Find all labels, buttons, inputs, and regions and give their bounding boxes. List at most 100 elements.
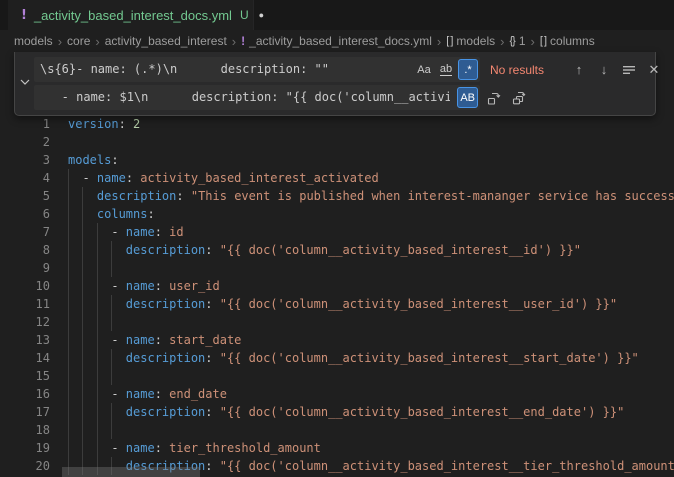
breadcrumb-item-1[interactable]: {} 1	[509, 34, 525, 48]
breadcrumb-label: _activity_based_interest_docs.yml	[249, 34, 432, 48]
code-line-3[interactable]: 3 models:	[0, 151, 674, 169]
code-line-7[interactable]: 7 - name: id	[0, 223, 674, 241]
previous-match-button[interactable]: ↑	[568, 59, 590, 81]
preserve-case-toggle[interactable]: AB	[457, 87, 478, 108]
breadcrumb-label: models	[456, 34, 495, 48]
vscode-window: ! _activity_based_interest_docs.yml U ● …	[0, 0, 674, 477]
code-line-1[interactable]: 1version: 2	[0, 115, 674, 133]
code-line-2[interactable]: 2	[0, 133, 674, 151]
line-content: - name: tier_threshold_amount	[68, 439, 321, 457]
find-results-status: No results	[490, 63, 554, 77]
indent-guide	[111, 421, 112, 439]
code-line-4[interactable]: 4 - name: activity_based_interest_activa…	[0, 169, 674, 187]
breadcrumb-item-activity-based-interest[interactable]: activity_based_interest	[105, 34, 227, 48]
line-number[interactable]: 6	[0, 205, 50, 223]
line-content: description: "{{ doc('column__activity_b…	[68, 241, 581, 259]
breadcrumb-item-models[interactable]: [ ] models	[446, 34, 495, 48]
code-line-16[interactable]: 16 - name: end_date	[0, 385, 674, 403]
breadcrumb-separator-icon: ›	[531, 34, 535, 49]
line-number[interactable]: 1	[0, 115, 50, 133]
line-number[interactable]: 16	[0, 385, 50, 403]
find-in-selection-button[interactable]	[618, 59, 640, 81]
line-number[interactable]: 9	[0, 259, 50, 277]
symbol-array-icon: [ ]	[446, 35, 452, 47]
code-line-19[interactable]: 19 - name: tier_threshold_amount	[0, 439, 674, 457]
code-line-14[interactable]: 14 description: "{{ doc('column__activit…	[0, 349, 674, 367]
replace-button[interactable]	[483, 87, 505, 109]
indent-guide	[68, 313, 69, 331]
indent-guide	[111, 367, 112, 385]
line-content: description: "{{ doc('column__activity_b…	[68, 295, 617, 313]
line-number[interactable]: 5	[0, 187, 50, 205]
find-input[interactable]: \s{6}- name: (.*)\n description: "" Aa a…	[34, 57, 480, 82]
breadcrumb-item--activity-based-interest-docs-yml[interactable]: ! _activity_based_interest_docs.yml	[241, 34, 432, 48]
whole-word-toggle[interactable]: ab	[436, 59, 456, 80]
line-number[interactable]: 14	[0, 349, 50, 367]
replace-input-value: - name: $1\n description: "{{ doc('colum…	[34, 85, 450, 110]
yaml-exclamation-icon: !	[241, 34, 245, 48]
code-line-9[interactable]: 9	[0, 259, 674, 277]
line-number[interactable]: 3	[0, 151, 50, 169]
code-line-5[interactable]: 5 description: "This event is published …	[0, 187, 674, 205]
code-line-10[interactable]: 10 - name: user_id	[0, 277, 674, 295]
line-number[interactable]: 15	[0, 367, 50, 385]
code-line-17[interactable]: 17 description: "{{ doc('column__activit…	[0, 403, 674, 421]
modified-indicator-dot[interactable]: ●	[259, 10, 264, 20]
indent-guide	[68, 259, 69, 277]
line-content: description: "{{ doc('column__activity_b…	[68, 403, 624, 421]
breadcrumb-label: models	[14, 34, 53, 48]
toggle-replace-button[interactable]	[15, 57, 34, 110]
code-line-6[interactable]: 6 columns:	[0, 205, 674, 223]
breadcrumb: models › core › activity_based_interest ›! _ac…	[0, 30, 674, 52]
breadcrumb-separator-icon: ›	[500, 34, 504, 49]
breadcrumb-separator-icon: ›	[232, 34, 236, 49]
breadcrumb-item-core[interactable]: core	[67, 34, 90, 48]
tab-filename: _activity_based_interest_docs.yml	[34, 8, 232, 23]
line-number[interactable]: 8	[0, 241, 50, 259]
line-number[interactable]: 10	[0, 277, 50, 295]
indent-guide	[82, 367, 83, 385]
indent-guide	[68, 421, 69, 439]
code-line-11[interactable]: 11 description: "{{ doc('column__activit…	[0, 295, 674, 313]
regex-toggle[interactable]: .*	[458, 59, 478, 80]
code-line-8[interactable]: 8 description: "{{ doc('column__activity…	[0, 241, 674, 259]
git-status-badge: U	[240, 8, 249, 22]
line-number[interactable]: 19	[0, 439, 50, 457]
breadcrumb-item-columns[interactable]: [ ]columns	[540, 34, 595, 48]
yaml-exclamation-icon: !	[21, 8, 27, 23]
line-number[interactable]: 2	[0, 133, 50, 151]
breadcrumb-separator-icon: ›	[95, 34, 99, 49]
code-line-12[interactable]: 12	[0, 313, 674, 331]
code-line-13[interactable]: 13 - name: start_date	[0, 331, 674, 349]
match-case-toggle[interactable]: Aa	[414, 59, 434, 80]
find-input-value: \s{6}- name: (.*)\n description: ""	[34, 57, 410, 82]
code-line-15[interactable]: 15	[0, 367, 674, 385]
breadcrumb-item-models[interactable]: models	[14, 34, 53, 48]
line-number[interactable]: 4	[0, 169, 50, 187]
line-content: - name: end_date	[68, 385, 227, 403]
line-number[interactable]: 20	[0, 457, 50, 475]
next-match-button[interactable]: ↓	[593, 59, 615, 81]
whole-word-label: ab	[440, 63, 452, 76]
line-number[interactable]: 11	[0, 295, 50, 313]
indent-guide	[111, 259, 112, 277]
symbol-object-icon: {}	[509, 35, 514, 47]
breadcrumb-label: 1	[519, 34, 526, 48]
replace-all-button[interactable]	[508, 87, 530, 109]
line-content: models:	[68, 151, 119, 169]
line-number[interactable]: 18	[0, 421, 50, 439]
line-content: description: "This event is published wh…	[68, 187, 674, 205]
line-content: - name: id	[68, 223, 184, 241]
horizontal-scrollbar[interactable]	[62, 467, 200, 477]
line-number[interactable]: 13	[0, 331, 50, 349]
close-find-widget-button[interactable]: ✕	[643, 59, 665, 81]
line-number[interactable]: 12	[0, 313, 50, 331]
code-line-18[interactable]: 18	[0, 421, 674, 439]
tab-activity-based-interest-docs[interactable]: ! _activity_based_interest_docs.yml U ●	[8, 0, 254, 30]
replace-input[interactable]: - name: $1\n description: "{{ doc('colum…	[34, 85, 480, 110]
line-content: description: "{{ doc('column__activity_b…	[68, 349, 639, 367]
line-number[interactable]: 7	[0, 223, 50, 241]
line-content: - name: activity_based_interest_activate…	[68, 169, 379, 187]
line-number[interactable]: 17	[0, 403, 50, 421]
replace-icon	[486, 90, 502, 106]
